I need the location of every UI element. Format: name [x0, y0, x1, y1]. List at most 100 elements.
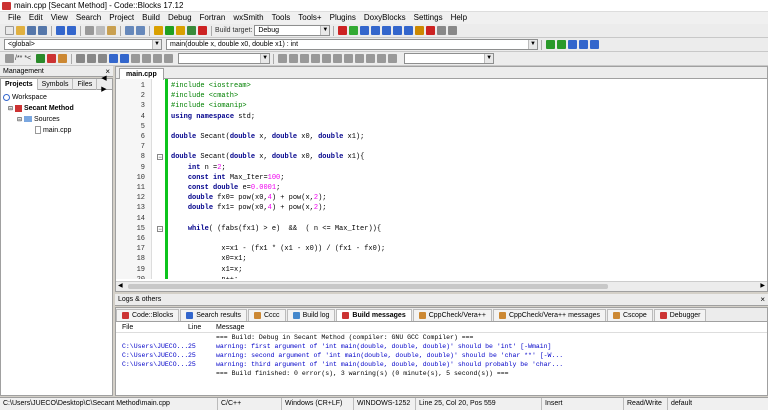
rebuild-icon[interactable]	[187, 26, 196, 35]
menu-build[interactable]: Build	[138, 12, 164, 24]
build-target-select[interactable]: Debug ▼	[254, 25, 331, 36]
tab-cscope[interactable]: Cscope	[607, 308, 653, 321]
abort-icon[interactable]	[198, 26, 207, 35]
tool-e-icon[interactable]	[322, 54, 332, 63]
code-line[interactable]: 14	[116, 214, 767, 224]
code-line[interactable]: 5	[116, 122, 767, 132]
tool-g-icon[interactable]	[344, 54, 354, 63]
tab-build-log[interactable]: Build log	[286, 308, 336, 321]
toggle-bookmark-icon[interactable]	[568, 40, 577, 49]
scope-select[interactable]: <global> ▼	[4, 39, 162, 50]
log-row[interactable]: C:\Users\JUECO... 25 warning: third argume…	[116, 360, 767, 369]
open-icon[interactable]	[16, 26, 25, 35]
code-line[interactable]: 2 #include <cmath>	[116, 91, 767, 101]
debug-windows-icon[interactable]	[437, 26, 447, 35]
undo-icon[interactable]	[56, 26, 65, 35]
find-icon[interactable]	[125, 26, 134, 35]
tree-item-project[interactable]: ⊟ Secant Method	[3, 103, 112, 114]
log-row[interactable]: === Build: Debug in Secant Method (compi…	[116, 333, 767, 342]
menu-tools[interactable]: Tools	[268, 12, 295, 24]
tab-symbols[interactable]: Symbols	[38, 78, 74, 90]
tool-f-icon[interactable]	[333, 54, 343, 63]
jump-back-icon[interactable]	[546, 40, 555, 49]
code-line[interactable]: 19 x1=x;	[116, 265, 767, 275]
paste-icon[interactable]	[107, 26, 116, 35]
tool-c-icon[interactable]	[300, 54, 310, 63]
tab-cccc[interactable]: Cccc	[248, 308, 286, 321]
code-line[interactable]: 9 int n =2;	[116, 163, 767, 173]
run-to-cursor-icon[interactable]	[349, 26, 359, 35]
menu-search[interactable]: Search	[72, 12, 105, 24]
tool-a-icon[interactable]	[278, 54, 288, 63]
doxy-chm-icon[interactable]	[58, 54, 68, 63]
function-select[interactable]: main(double x, double x0, double x1) : i…	[166, 39, 538, 50]
next-instruction-icon[interactable]	[393, 26, 403, 35]
unfold-icon[interactable]	[164, 54, 174, 63]
doxy-comment-block[interactable]: /** *<	[15, 55, 31, 62]
tool-d-icon[interactable]	[311, 54, 321, 63]
menu-plugins[interactable]: Plugins	[326, 12, 360, 24]
replace-icon[interactable]	[136, 26, 145, 35]
step-out-icon[interactable]	[382, 26, 392, 35]
tree-item-main-cpp[interactable]: main.cpp	[3, 125, 112, 136]
tool-k-icon[interactable]	[388, 54, 398, 63]
new-file-icon[interactable]	[5, 26, 14, 35]
break-icon[interactable]	[415, 26, 425, 35]
code-line[interactable]: 18 x0=x1;	[116, 254, 767, 264]
column-line[interactable]: Line	[188, 322, 216, 333]
step-instruction-icon[interactable]	[404, 26, 414, 35]
column-file[interactable]: File	[116, 322, 188, 333]
menu-help[interactable]: Help	[447, 12, 471, 24]
tab-files[interactable]: Files	[73, 78, 98, 90]
tree-item-sources[interactable]: ⊟ Sources	[3, 114, 112, 125]
scroll-right-icon[interactable]: ▶	[760, 282, 765, 289]
code-line[interactable]: 13 double fx1= pow(x0,4) + pow(x,2);	[116, 203, 767, 213]
code-line[interactable]: 3 #include <iomanip>	[116, 101, 767, 111]
cut-icon[interactable]	[85, 26, 94, 35]
indent-icon[interactable]	[109, 54, 119, 63]
build-run-icon[interactable]	[176, 26, 185, 35]
code-line[interactable]: 11 const double e=0.0001;	[116, 183, 767, 193]
scroll-left-icon[interactable]: ◀	[118, 282, 123, 289]
menu-toolsplus[interactable]: Tools+	[294, 12, 325, 24]
code-line[interactable]: 8 double Secant(double x, double x0, doub…	[116, 152, 767, 162]
toggle-comment-icon[interactable]	[76, 54, 86, 63]
tree-item-workspace[interactable]: Workspace	[3, 92, 112, 103]
fold-icon[interactable]: −	[157, 225, 163, 232]
prev-bookmark-icon[interactable]	[579, 40, 588, 49]
redo-icon[interactable]	[67, 26, 76, 35]
menu-wxsmith[interactable]: wxSmith	[229, 12, 267, 24]
step-into-icon[interactable]	[371, 26, 381, 35]
doxy-extract-icon[interactable]	[36, 54, 46, 63]
tool-b-icon[interactable]	[289, 54, 299, 63]
match-brace-icon[interactable]	[142, 54, 152, 63]
stop-debug-icon[interactable]	[426, 26, 436, 35]
tab-code-blocks[interactable]: Code::Blocks	[116, 308, 180, 321]
code-line[interactable]: 16	[116, 234, 767, 244]
code-line[interactable]: 4 using namespace std;	[116, 112, 767, 122]
tool-h-icon[interactable]	[355, 54, 365, 63]
uncomment-icon[interactable]	[98, 54, 108, 63]
menu-debug[interactable]: Debug	[164, 12, 196, 24]
unindent-icon[interactable]	[120, 54, 130, 63]
doxy-wizard-icon[interactable]	[5, 54, 14, 63]
tab-build-messages[interactable]: Build messages	[336, 308, 412, 321]
code-line[interactable]: 20 n++;	[116, 275, 767, 279]
copy-icon[interactable]	[96, 26, 105, 35]
run-icon[interactable]	[165, 26, 174, 35]
search-combo[interactable]: ▼	[178, 53, 271, 64]
code-line[interactable]: 7	[116, 142, 767, 152]
tab-projects[interactable]: Projects	[1, 78, 38, 90]
doxy-html-icon[interactable]	[47, 54, 57, 63]
column-message[interactable]: Message	[216, 322, 244, 333]
format-icon[interactable]	[131, 54, 141, 63]
code-line[interactable]: 6 double Secant(double x, double x0, doub…	[116, 132, 767, 142]
block-comment-icon[interactable]	[87, 54, 97, 63]
save-all-icon[interactable]	[38, 26, 47, 35]
code-line[interactable]: 15 while( (fabs(fx1) > e) && ( n <= Max_…	[116, 224, 767, 234]
code-line[interactable]: 10 const int Max_Iter=100;	[116, 173, 767, 183]
tool-j-icon[interactable]	[377, 54, 387, 63]
fold-icon[interactable]	[153, 54, 163, 63]
menu-fortran[interactable]: Fortran	[196, 12, 230, 24]
close-icon[interactable]: ×	[760, 294, 765, 306]
